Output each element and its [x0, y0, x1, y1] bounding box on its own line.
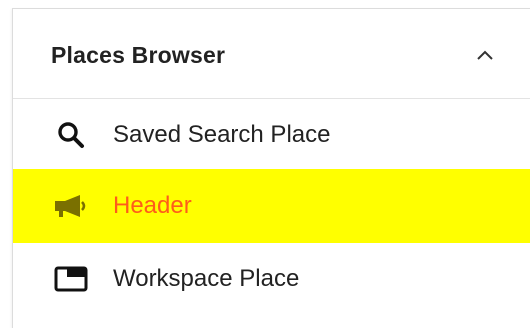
panel-header: Places Browser	[13, 9, 530, 99]
window-icon	[53, 263, 89, 295]
place-item-header[interactable]: Header	[13, 169, 530, 243]
collapse-button[interactable]	[471, 43, 499, 67]
place-item-label: Header	[113, 192, 192, 219]
panel-title: Places Browser	[51, 42, 226, 68]
place-item-workspace[interactable]: Workspace Place	[13, 243, 530, 315]
chevron-up-icon	[477, 50, 493, 60]
places-browser-panel: Places Browser Saved Search Place Header	[12, 8, 530, 328]
place-item-label: Workspace Place	[113, 265, 300, 292]
place-item-saved-search[interactable]: Saved Search Place	[13, 99, 530, 171]
place-item-label: Saved Search Place	[113, 121, 331, 148]
search-icon	[53, 119, 89, 151]
megaphone-icon	[53, 190, 89, 222]
